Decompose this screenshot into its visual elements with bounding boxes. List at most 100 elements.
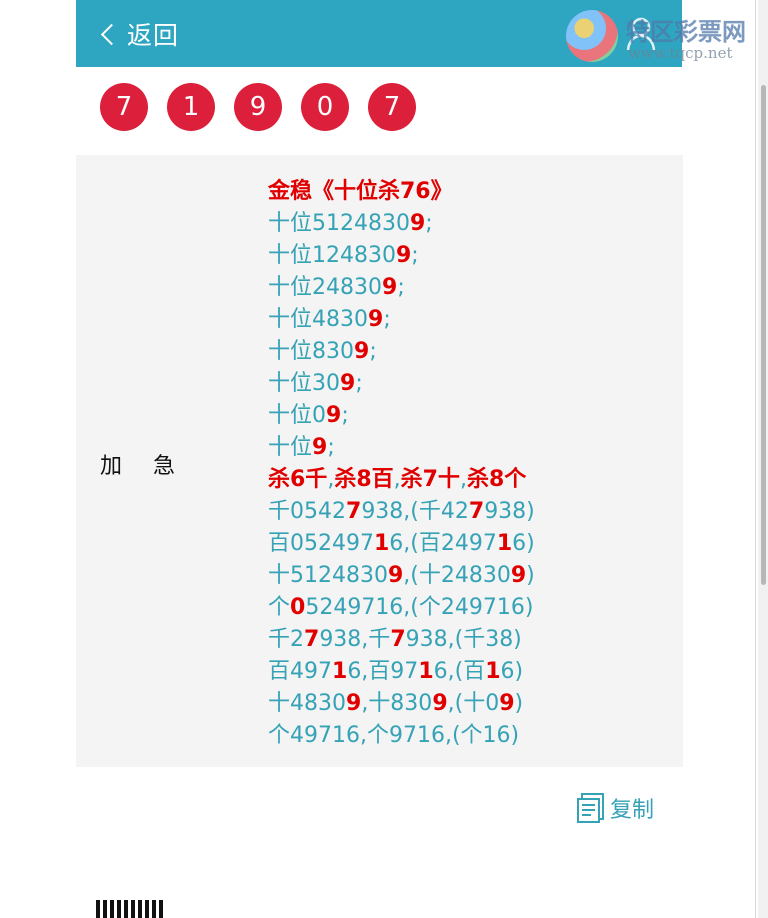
highlight-text: 1 <box>373 531 390 556</box>
prediction-line: 十位8309; <box>268 336 535 368</box>
prediction-line: 金稳《十位杀76》 <box>268 176 535 208</box>
highlight-text: 金稳《十位杀76》 <box>268 179 453 204</box>
back-button[interactable]: 返回 <box>100 18 179 50</box>
line-text: , <box>393 467 401 492</box>
highlight-text: 7 <box>390 627 406 652</box>
line-text: 5249716,(个249716) <box>305 595 534 620</box>
line-text: ,十830 <box>361 691 433 716</box>
line-text: 6) <box>512 531 535 556</box>
highlight-text: 7 <box>468 499 485 524</box>
highlight-text: 9 <box>354 339 370 364</box>
line-text: 938,(千42 <box>361 499 469 524</box>
site-logo-url: www.tqcp.net <box>628 44 733 62</box>
content-divider <box>755 0 756 918</box>
line-text: 6,(百2497 <box>389 531 497 556</box>
highlight-text: 杀7十 <box>400 467 460 492</box>
line-text: ; <box>411 243 419 268</box>
prediction-line: 千27938,千7938,(千38) <box>268 624 535 656</box>
number-ball: 9 <box>234 83 282 131</box>
line-text: ,(十24830 <box>403 563 511 588</box>
copy-icon <box>577 793 604 823</box>
prediction-line: 十48309,十8309,(十09) <box>268 688 535 720</box>
number-ball: 0 <box>301 83 349 131</box>
highlight-text: 9 <box>499 691 515 716</box>
highlight-text: 9 <box>432 691 448 716</box>
line-text: 6,百97 <box>347 659 419 684</box>
highlight-text: 9 <box>312 435 328 460</box>
line-text: 十位0 <box>268 403 326 428</box>
highlight-text: 1 <box>496 531 513 556</box>
highlight-text: 0 <box>290 595 306 620</box>
highlight-text: 1 <box>332 659 348 684</box>
line-text: 938) <box>484 499 535 524</box>
highlight-text: 1 <box>485 659 501 684</box>
line-text: 十位30 <box>268 371 340 396</box>
back-label: 返回 <box>127 21 180 50</box>
line-text: , <box>459 467 467 492</box>
line-text: 个49716,个9716,(个16) <box>268 723 520 748</box>
highlight-text: 7 <box>304 627 320 652</box>
line-text: 百052497 <box>268 531 374 556</box>
highlight-text: 杀6千 <box>268 467 328 492</box>
number-ball: 7 <box>100 83 148 131</box>
number-ball: 7 <box>368 83 416 131</box>
highlight-text: 1 <box>418 659 434 684</box>
line-text: ) <box>526 563 535 588</box>
highlight-text: 9 <box>326 403 342 428</box>
prediction-line: 杀6千,杀8百,杀7十,杀8个 <box>268 464 535 496</box>
line-text: 十位4830 <box>268 307 368 332</box>
prediction-line: 个49716,个9716,(个16) <box>268 720 535 752</box>
highlight-text: 9 <box>387 563 404 588</box>
line-text: 十位5124830 <box>268 211 410 236</box>
highlight-text: 9 <box>395 243 412 268</box>
highlight-text: 9 <box>382 275 398 300</box>
line-text: ; <box>397 275 405 300</box>
highlight-text: 9 <box>340 371 356 396</box>
line-text: ; <box>355 371 363 396</box>
line-text: 十4830 <box>268 691 346 716</box>
prediction-line: 十位9; <box>268 432 535 464</box>
line-text: ,(十0 <box>447 691 500 716</box>
prediction-line: 十位48309; <box>268 304 535 336</box>
line-text: ) <box>514 691 524 716</box>
section-label: 加 急 <box>100 454 187 479</box>
line-text: 十位124830 <box>268 243 396 268</box>
line-text: 938,千 <box>319 627 391 652</box>
highlight-text: 9 <box>368 307 384 332</box>
prediction-line: 十位248309; <box>268 272 535 304</box>
line-text: 百497 <box>268 659 332 684</box>
line-text: 6,(百 <box>433 659 486 684</box>
prediction-line: 十位09; <box>268 400 535 432</box>
prediction-line: 十位309; <box>268 368 535 400</box>
line-text: 十位24830 <box>268 275 382 300</box>
line-text: 千0542 <box>268 499 346 524</box>
highlight-text: 9 <box>346 691 362 716</box>
prediction-line: 千05427938,(千427938) <box>268 496 535 528</box>
line-text: 938,(千38) <box>405 627 522 652</box>
qr-code-icon <box>96 900 166 918</box>
bottom-strip <box>96 900 506 918</box>
highlight-text: 杀8百 <box>334 467 394 492</box>
copy-label: 复制 <box>610 798 655 823</box>
prediction-lines: 金稳《十位杀76》 十位51248309; 十位1248309; 十位248309; 十… <box>268 176 535 752</box>
scrollbar-thumb[interactable] <box>761 85 766 585</box>
highlight-text: 7 <box>346 499 362 524</box>
line-text: ; <box>425 211 433 236</box>
line-text: ; <box>383 307 391 332</box>
site-logo-text: 特区彩票网 <box>626 18 746 46</box>
line-text: 个 <box>268 595 291 620</box>
line-text: 十位830 <box>268 339 354 364</box>
number-ball: 1 <box>167 83 215 131</box>
line-text: ; <box>327 435 335 460</box>
prediction-line: 十位1248309; <box>268 240 535 272</box>
line-text: 十5124830 <box>268 563 388 588</box>
draw-numbers: 7 1 9 0 7 <box>100 83 416 131</box>
prediction-line: 十51248309,(十248309) <box>268 560 535 592</box>
copy-button[interactable]: 复制 <box>576 792 654 824</box>
highlight-text: 杀8个 <box>466 467 527 492</box>
line-text: 千2 <box>268 627 304 652</box>
prediction-line: 百05249716,(百249716) <box>268 528 535 560</box>
line-text: 十位 <box>268 435 313 460</box>
prediction-line: 百49716,百9716,(百16) <box>268 656 535 688</box>
site-logo-emblem <box>566 10 618 62</box>
